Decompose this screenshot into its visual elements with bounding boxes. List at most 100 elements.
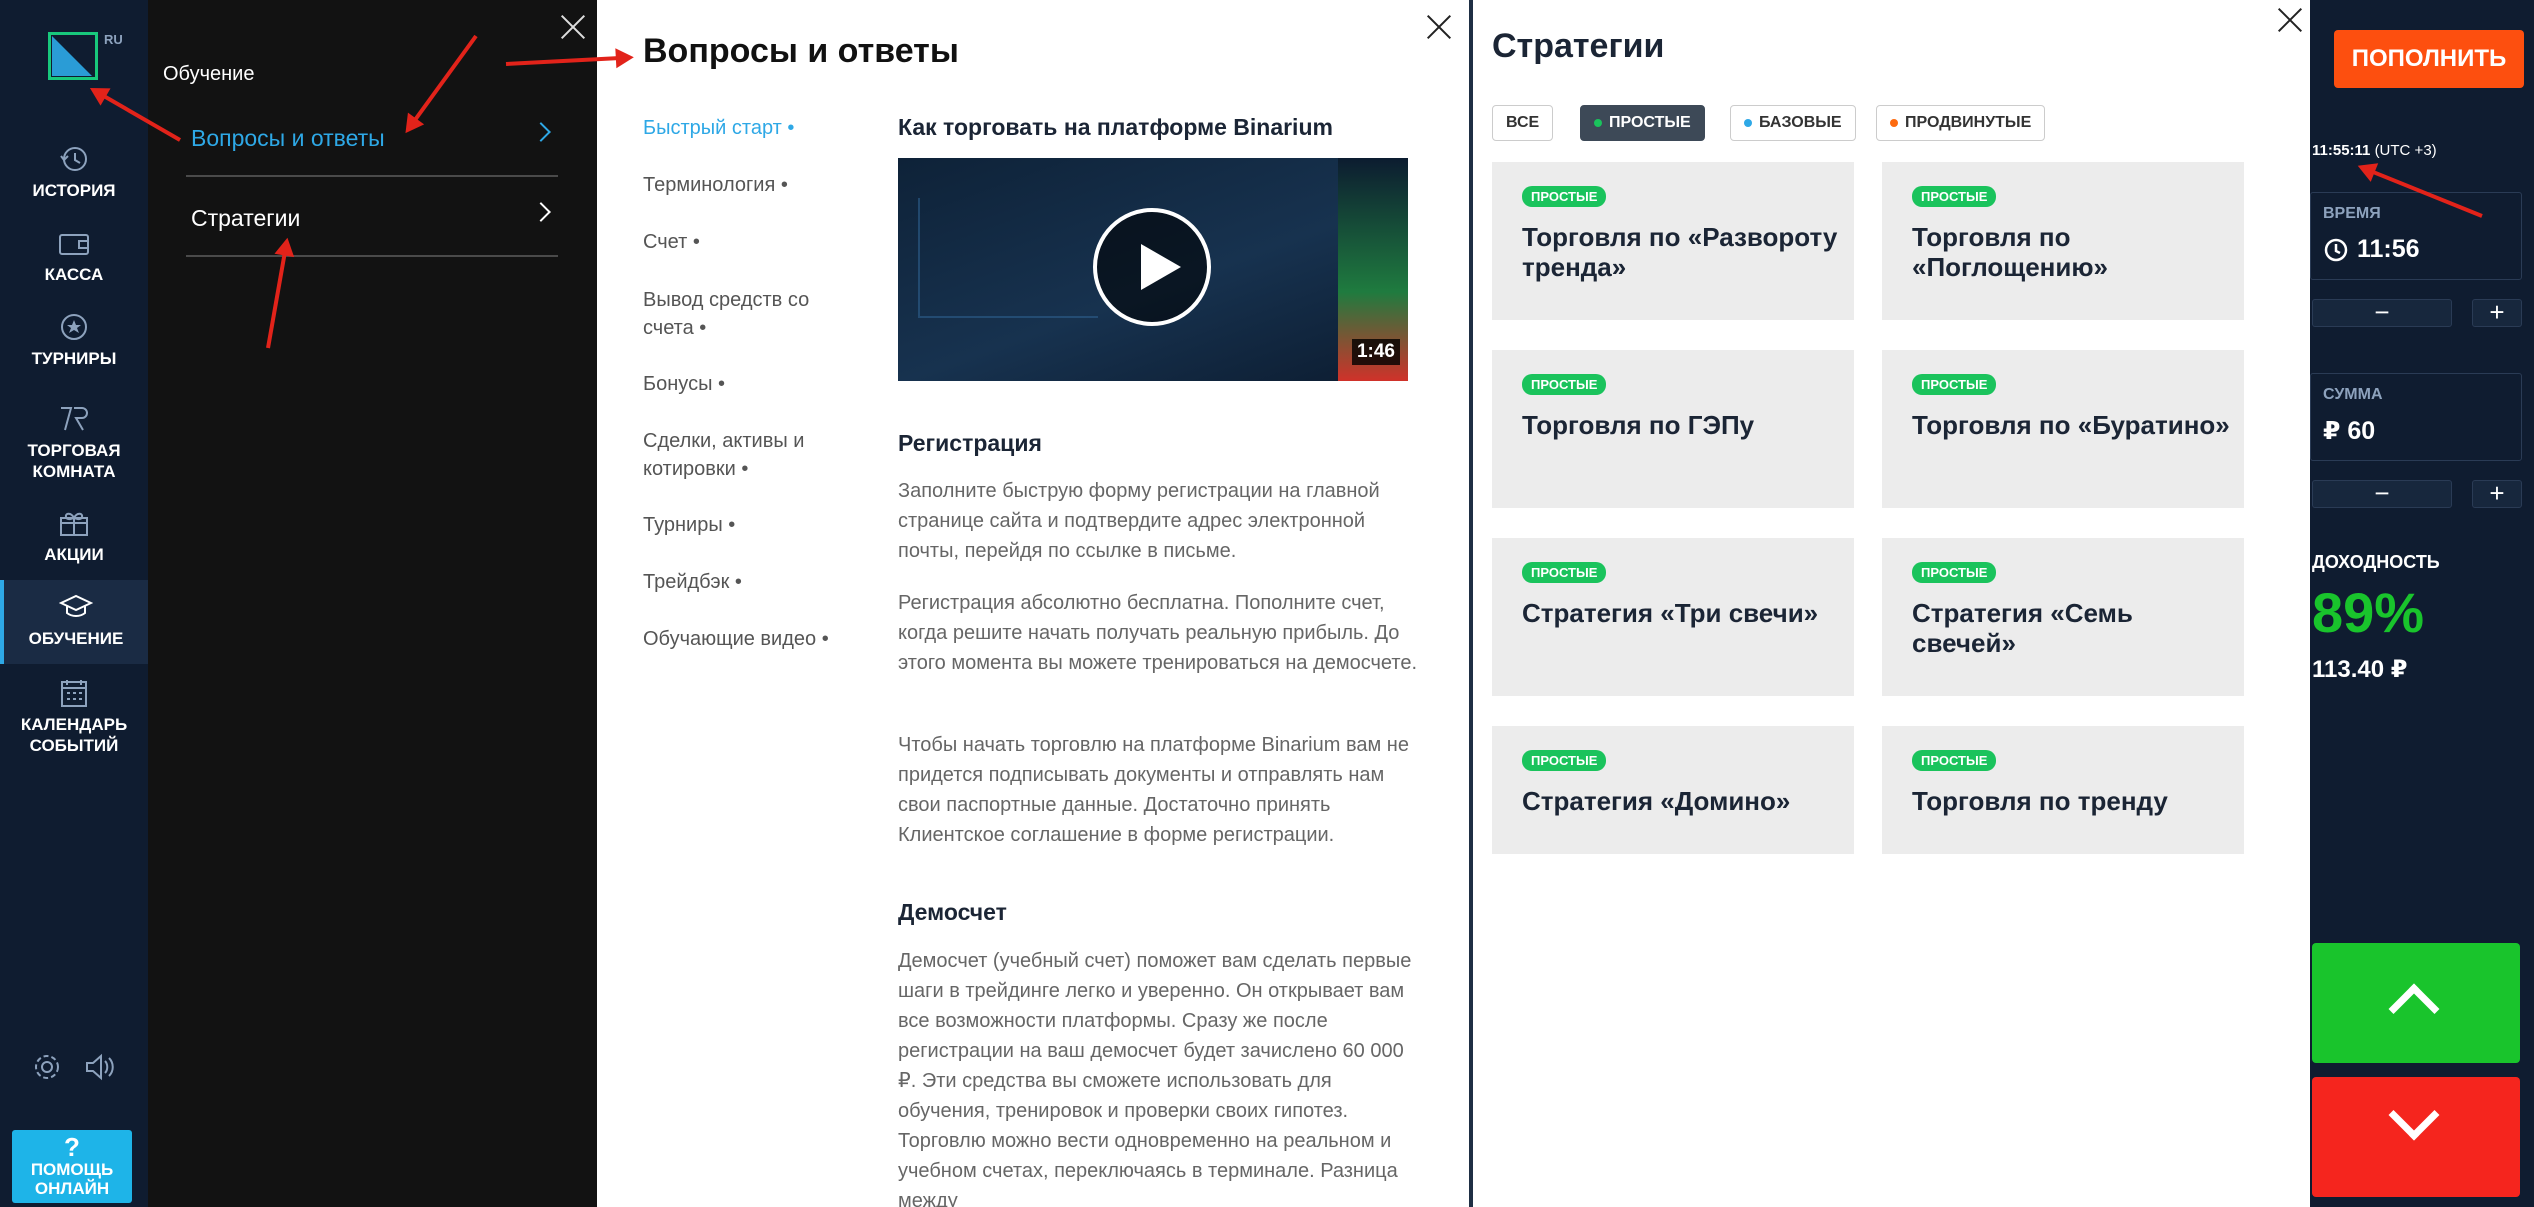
strategy-card[interactable]: ПРОСТЫЕ Стратегия «Домино» (1492, 726, 1854, 854)
learning-panel-title: Обучение (163, 63, 255, 85)
toc-deals[interactable]: Сделки, активы и котировки • (643, 427, 833, 483)
filter-advanced-label: ПРОДВИНУТЫЕ (1905, 114, 2032, 131)
filter-all-label: ВСЕ (1506, 114, 1540, 131)
strategy-badge: ПРОСТЫЕ (1912, 750, 1997, 771)
close-learning-panel-icon[interactable] (560, 14, 586, 40)
strategy-card-title: Торговля по «Буратино» (1912, 410, 2230, 440)
strategy-card[interactable]: ПРОСТЫЕ Торговля по «Развороту тренда» (1492, 162, 1854, 320)
toc-tradeback[interactable]: Трейдбэк • (643, 568, 843, 596)
time-value: 11:56 (2357, 235, 2420, 263)
graduation-cap-icon (59, 594, 93, 617)
nav-cashbox-label: КАССА (44, 265, 104, 284)
sum-caption: СУММА (2323, 386, 2383, 403)
strategy-card[interactable]: ПРОСТЫЕ Торговля по тренду (1882, 726, 2244, 854)
sum-field[interactable]: СУММА ₽ 60 (2310, 373, 2522, 461)
help-online-button[interactable]: ? ПОМОЩЬ ОНЛАЙН (12, 1130, 132, 1203)
strategy-card-title: Стратегия «Домино» (1522, 786, 1791, 816)
time-caption: ВРЕМЯ (2323, 205, 2381, 222)
strategy-card-title: Торговля по «Развороту тренда» (1522, 222, 1838, 282)
article-title: Как торговать на платформе Binarium (898, 114, 1333, 140)
nav-trading-room-label: ТОРГОВАЯ КОМНАТА (27, 441, 121, 481)
strategy-card-title: Торговля по «Поглощению» (1912, 222, 2109, 282)
language-badge[interactable]: RU (104, 32, 123, 47)
strategy-badge: ПРОСТЫЕ (1912, 186, 1997, 207)
help-label-line2: ОНЛАЙН (34, 1179, 110, 1198)
nav-tournaments-label: ТУРНИРЫ (31, 349, 117, 368)
star-badge-icon (61, 314, 87, 340)
chevron-right-icon (531, 122, 551, 142)
chevron-right-icon (531, 202, 551, 222)
toc-account[interactable]: Счет • (643, 228, 843, 256)
strategy-card[interactable]: ПРОСТЫЕ Торговля по «Поглощению» (1882, 162, 2244, 320)
nav-history[interactable]: ИСТОРИЯ (0, 144, 148, 201)
arrow-down-icon (2388, 1089, 2440, 1141)
time-increase-button[interactable]: + (2472, 299, 2522, 327)
yield-value: 89% (2312, 581, 2425, 644)
strategy-badge: ПРОСТЫЕ (1912, 374, 1997, 395)
sound-icon[interactable] (82, 1050, 116, 1084)
strategy-card[interactable]: ПРОСТЫЕ Стратегия «Семь свечей» (1882, 538, 2244, 696)
sum-decrease-button[interactable]: − (2312, 480, 2452, 508)
filter-all[interactable]: ВСЕ (1492, 105, 1554, 141)
payout-value: 113.40 ₽ (2312, 656, 2408, 683)
toc-bonuses[interactable]: Бонусы • (643, 370, 843, 398)
section-title-demo: Демосчет (898, 899, 1007, 925)
nav-learning[interactable]: ОБУЧЕНИЕ (0, 580, 148, 664)
green-dot-icon (1594, 118, 1602, 127)
video-player[interactable]: 1:46 (898, 158, 1408, 381)
toc-tournaments[interactable]: Турниры • (643, 511, 843, 539)
paragraph-2: Регистрация абсолютно бесплатна. Пополни… (898, 592, 1418, 674)
strategy-card-title: Стратегия «Три свечи» (1522, 598, 1819, 628)
nav-calendar[interactable]: КАЛЕНДАРЬ СОБЫТИЙ (0, 678, 148, 756)
topup-button[interactable]: ПОПОЛНИТЬ (2334, 30, 2524, 88)
learning-item-faq-label: Вопросы и ответы (191, 125, 385, 151)
nav-trading-room[interactable]: ТОРГОВАЯ КОМНАТА (0, 404, 148, 482)
binarium-logo[interactable]: RU (48, 32, 123, 80)
strategy-card-title: Стратегия «Семь свечей» (1912, 598, 2133, 658)
learning-panel: Обучение Вопросы и ответы Стратегии (148, 0, 597, 1207)
strategy-badge: ПРОСТЫЕ (1912, 562, 1997, 583)
nav-promotions[interactable]: АКЦИИ (0, 508, 148, 565)
strategy-badge: ПРОСТЫЕ (1522, 186, 1607, 207)
calendar-icon (61, 680, 87, 707)
section-title-registration: Регистрация (898, 430, 1042, 456)
video-chart-preview (918, 198, 1098, 318)
help-label-line1: ПОМОЩЬ (30, 1160, 114, 1179)
toc-withdrawal[interactable]: Вывод средств со счета • (643, 286, 833, 342)
nav-tournaments[interactable]: ТУРНИРЫ (0, 312, 148, 369)
learning-item-faq[interactable]: Вопросы и ответы (186, 97, 558, 177)
sum-increase-button[interactable]: + (2472, 480, 2522, 508)
toc-terminology[interactable]: Терминология • (643, 171, 843, 199)
orange-dot-icon (1890, 118, 1898, 127)
filter-basic[interactable]: БАЗОВЫЕ (1730, 105, 1856, 141)
strategy-card-title: Торговля по ГЭПу (1522, 410, 1755, 440)
settings-icon[interactable] (30, 1050, 64, 1084)
learning-item-strategies[interactable]: Стратегии (186, 177, 558, 257)
strategies-panel: Стратегии ВСЕ ПРОСТЫЕ БАЗОВЫЕ ПРОДВИНУТЫ… (1473, 0, 2310, 1207)
filter-advanced[interactable]: ПРОДВИНУТЫЕ (1876, 105, 2046, 141)
faq-title: Вопросы и ответы (643, 32, 959, 70)
wallet-icon (59, 234, 89, 255)
trading-room-icon (61, 407, 88, 431)
strategy-card[interactable]: ПРОСТЫЕ Торговля по «Буратино» (1882, 350, 2244, 508)
play-icon[interactable] (1093, 208, 1211, 326)
toc-training-videos[interactable]: Обучающие видео • (643, 625, 843, 653)
time-decrease-button[interactable]: − (2312, 299, 2452, 327)
time-field[interactable]: ВРЕМЯ 11:56 (2310, 192, 2522, 280)
strategy-card[interactable]: ПРОСТЫЕ Стратегия «Три свечи» (1492, 538, 1854, 696)
nav-calendar-label: КАЛЕНДАРЬ СОБЫТИЙ (20, 715, 128, 755)
video-duration: 1:46 (1351, 339, 1400, 365)
strategies-title: Стратегии (1492, 27, 1665, 65)
close-faq-panel-icon[interactable] (1426, 14, 1452, 40)
clock-icon (2324, 238, 2348, 262)
strategy-card[interactable]: ПРОСТЫЕ Торговля по ГЭПу (1492, 350, 1854, 508)
close-strategies-panel-icon[interactable] (2277, 7, 2303, 33)
nav-cashbox[interactable]: КАССА (0, 228, 148, 285)
buy-up-button[interactable] (2312, 943, 2520, 1063)
app-root: RU ИСТОРИЯ КАССА ТУРНИРЫ ТОРГОВАЯ КОМНАТ… (0, 0, 2534, 1207)
filter-simple[interactable]: ПРОСТЫЕ (1580, 105, 1705, 141)
yield-caption: ДОХОДНОСТЬ (2312, 552, 2440, 572)
paragraph-1: Заполните быструю форму регистрации на г… (898, 480, 1380, 562)
buy-down-button[interactable] (2312, 1077, 2520, 1197)
toc-quick-start[interactable]: Быстрый старт • (643, 114, 843, 142)
